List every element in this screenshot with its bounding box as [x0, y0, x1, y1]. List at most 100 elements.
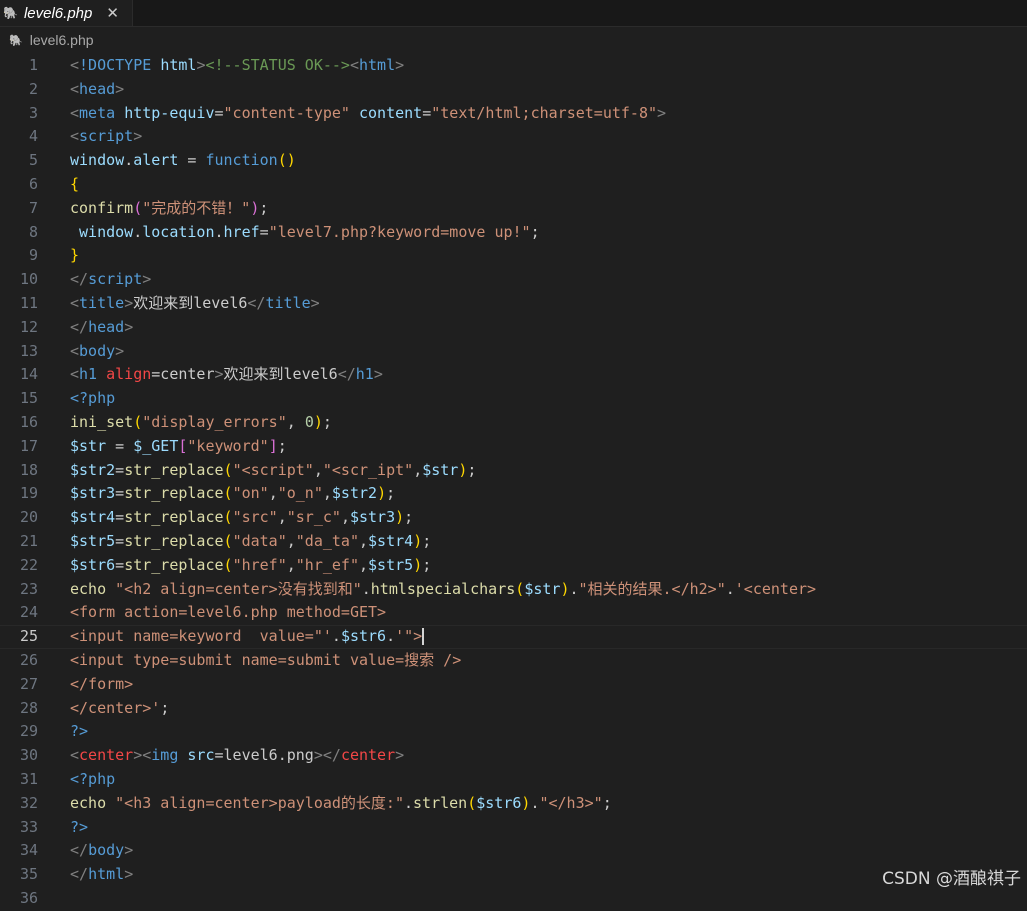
code-token: ;	[530, 222, 540, 241]
code-line[interactable]: 17 $str = $_GET["keyword"];	[0, 435, 1027, 459]
line-number: 23	[19, 579, 38, 598]
code-token: h1	[79, 365, 98, 384]
code-text: <meta http-equiv="content-type" content=…	[70, 102, 666, 126]
tab-level6-php[interactable]: 🐘 level6.php ✕	[0, 0, 133, 26]
code-line[interactable]: 11 <title>欢迎来到level6</title>	[0, 292, 1027, 316]
code-text: $str6=str_replace("href","hr_ef",$str5);	[70, 554, 431, 578]
code-token: (	[223, 484, 233, 503]
code-text: <form action=level6.php method=GET>	[70, 601, 386, 625]
code-token: "相关的结果.</h2>"	[578, 579, 726, 598]
code-token: script	[88, 270, 143, 289]
code-line[interactable]: 21 $str5=str_replace("data","da_ta",$str4…	[0, 530, 1027, 554]
code-line[interactable]: 32 echo "<h3 align=center>payload的长度:".st…	[0, 792, 1027, 816]
code-line[interactable]: 30 <center><img src=level6.png></center>	[0, 744, 1027, 768]
line-number: 12	[19, 317, 38, 336]
code-line[interactable]: 25 <input name=keyword value="'.$str6.'">	[0, 625, 1027, 649]
code-line[interactable]: 33 ?>	[0, 816, 1027, 840]
code-line[interactable]: 19 $str3=str_replace("on","o_n",$str2);	[0, 482, 1027, 506]
code-line[interactable]: 35 </html>	[0, 863, 1027, 887]
code-line[interactable]: 13 <body>	[0, 340, 1027, 364]
code-line[interactable]: 16 ini_set("display_errors", 0);	[0, 411, 1027, 435]
code-token: ,	[277, 508, 287, 527]
code-token: $str	[524, 579, 561, 598]
code-token: <	[70, 79, 80, 98]
code-token: http-equiv	[124, 103, 215, 122]
code-token: ()	[277, 151, 296, 170]
code-line[interactable]: 36	[0, 887, 1027, 911]
line-number: 9	[28, 246, 38, 265]
code-token: ?>	[70, 817, 89, 836]
breadcrumb-file[interactable]: level6.php	[30, 32, 94, 48]
code-token: title	[265, 293, 311, 312]
code-token: ;	[467, 460, 477, 479]
code-editor[interactable]: 1 <!DOCTYPE html><!--STATUS OK--><html> 2 <…	[0, 54, 1027, 907]
code-token: location	[142, 222, 215, 241]
code-line[interactable]: 31 <?php	[0, 768, 1027, 792]
line-number: 27	[19, 674, 38, 693]
line-number: 36	[19, 888, 38, 907]
code-token: <?php	[70, 769, 116, 788]
code-line[interactable]: 27 </form>	[0, 673, 1027, 697]
code-token: str_replace	[124, 508, 224, 527]
code-line[interactable]: 6{	[0, 173, 1027, 197]
code-line[interactable]: 34 </body>	[0, 839, 1027, 863]
code-token: >	[142, 270, 152, 289]
code-line[interactable]: 3 <meta http-equiv="content-type" content…	[0, 102, 1027, 126]
code-line[interactable]: 28 </center>';	[0, 697, 1027, 721]
code-text: $str5=str_replace("data","da_ta",$str4);	[70, 530, 431, 554]
code-token: .	[133, 222, 143, 241]
code-line[interactable]: 12 </head>	[0, 316, 1027, 340]
code-token: </	[70, 317, 89, 336]
code-line[interactable]: 8 window.location.href="level7.php?keywo…	[0, 221, 1027, 245]
code-line[interactable]: 24 <form action=level6.php method=GET>	[0, 601, 1027, 625]
code-line[interactable]: 20 $str4=str_replace("src","sr_c",$str3);	[0, 506, 1027, 530]
code-token: $str2	[331, 484, 378, 503]
code-token: )	[377, 484, 387, 503]
code-token: (	[467, 793, 477, 812]
code-token: .	[569, 579, 579, 598]
close-icon[interactable]: ✕	[106, 4, 119, 22]
code-token: <	[349, 56, 359, 74]
code-line[interactable]: 4 <script>	[0, 125, 1027, 149]
code-token: ></	[313, 746, 341, 765]
code-line[interactable]: 10 </script>	[0, 268, 1027, 292]
code-token: content	[359, 103, 423, 122]
line-number: 5	[28, 151, 38, 170]
code-line[interactable]: 9}	[0, 244, 1027, 268]
code-token: <!--STATUS OK-->	[205, 56, 350, 74]
code-token: ,	[340, 508, 350, 527]
code-text: echo "<h2 align=center>没有找到和".htmlspecia…	[70, 578, 816, 602]
code-line[interactable]: 23 echo "<h2 align=center>没有找到和".htmlspec…	[0, 578, 1027, 602]
code-token: {	[70, 174, 80, 193]
code-token: $str4	[70, 508, 116, 527]
code-token: "keyword"	[187, 436, 269, 455]
code-line[interactable]: 5 window.alert = function()	[0, 149, 1027, 173]
code-token: $str	[422, 460, 459, 479]
code-token: "<script"	[232, 460, 314, 479]
code-token: 欢迎来到level6	[223, 365, 338, 384]
code-line[interactable]: 15 <?php	[0, 387, 1027, 411]
code-line[interactable]: 22 $str6=str_replace("href","hr_ef",$str5…	[0, 554, 1027, 578]
code-text: window.alert = function()	[70, 149, 296, 173]
line-number: 24	[19, 603, 38, 622]
code-line[interactable]: 26 <input type=submit name=submit value=搜…	[0, 649, 1027, 673]
code-token: >	[124, 841, 134, 860]
code-token: html	[359, 56, 396, 74]
code-line[interactable]: 29 ?>	[0, 720, 1027, 744]
line-number: 18	[19, 460, 38, 479]
line-number: 25	[19, 627, 38, 646]
line-number: 7	[28, 198, 38, 217]
code-line[interactable]: 18 $str2=str_replace("<script","<scr_ipt"…	[0, 459, 1027, 483]
code-token: ,	[359, 531, 369, 550]
code-token: >	[395, 746, 405, 765]
code-token: strlen	[413, 793, 468, 812]
code-line[interactable]: 1 <!DOCTYPE html><!--STATUS OK--><html>	[0, 54, 1027, 78]
code-line[interactable]: 7 confirm("完成的不错！");	[0, 197, 1027, 221]
code-line[interactable]: 2 <head>	[0, 78, 1027, 102]
code-token: ,	[268, 484, 278, 503]
code-line[interactable]: 14 <h1 align=center>欢迎来到level6</h1>	[0, 363, 1027, 387]
code-token: head	[88, 317, 125, 336]
code-token: ,	[413, 460, 423, 479]
